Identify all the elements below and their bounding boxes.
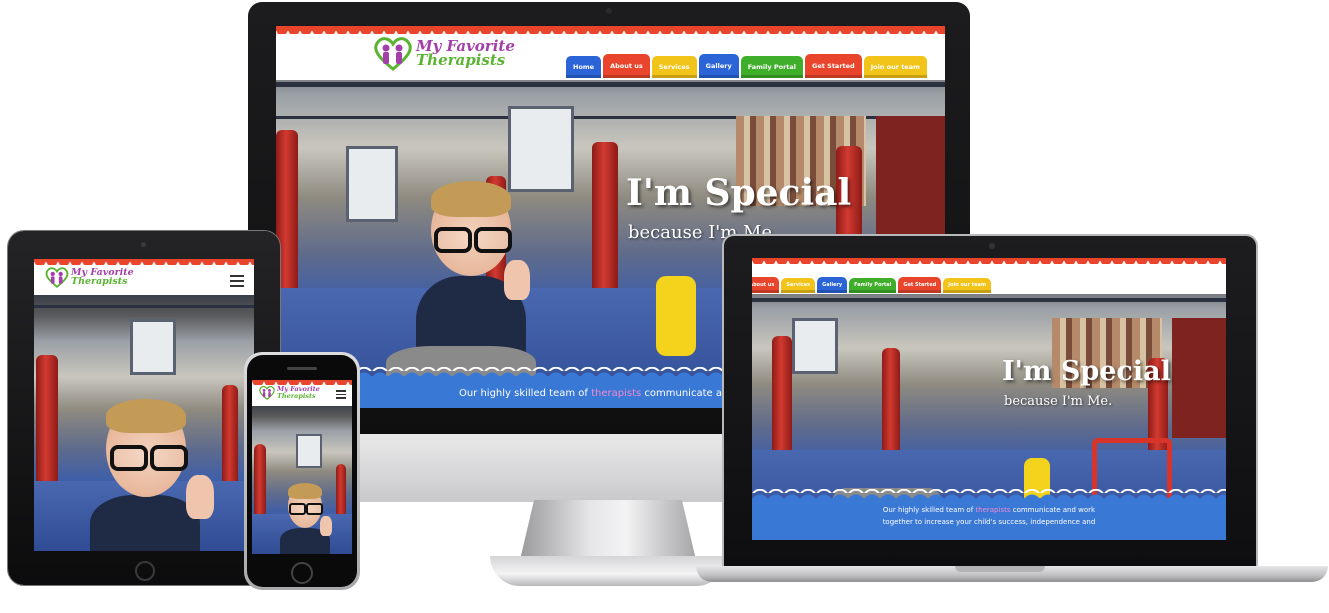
laptop-notch bbox=[955, 566, 1045, 572]
camera-icon bbox=[989, 243, 995, 249]
home-button-icon bbox=[135, 561, 155, 581]
logo-line-2: Therapists bbox=[277, 391, 316, 400]
gym-window bbox=[296, 434, 322, 468]
nav-tab-services[interactable]: Services bbox=[781, 278, 816, 293]
nav-tab-family-portal[interactable]: Family Portal bbox=[740, 56, 804, 78]
home-button-icon bbox=[291, 562, 313, 584]
nav-tab-get-started[interactable]: Get Started bbox=[898, 277, 942, 293]
nav-tab-about-us[interactable]: About us bbox=[752, 277, 780, 293]
header-top-border bbox=[252, 380, 352, 385]
hero-photo bbox=[34, 295, 254, 551]
nav-tab-family-portal[interactable]: Family Portal bbox=[849, 278, 897, 293]
main-nav: HomeAbout usServicesGalleryFamily Portal… bbox=[752, 277, 992, 293]
family-heart-logo-icon bbox=[259, 385, 275, 400]
gym-window bbox=[130, 319, 176, 375]
header-top-border bbox=[34, 259, 254, 265]
desktop-monitor-stand bbox=[520, 500, 696, 560]
nav-tab-about-us[interactable]: About us bbox=[603, 54, 650, 78]
hamburger-menu-icon[interactable] bbox=[230, 275, 244, 290]
logo-line-2: Therapists bbox=[71, 276, 128, 287]
camera-icon bbox=[606, 8, 612, 14]
site-logo[interactable]: My Favorite Therapists bbox=[372, 35, 515, 71]
gym-window bbox=[346, 146, 398, 222]
header-top-border bbox=[276, 26, 945, 34]
yellow-ride-on-toy bbox=[656, 276, 696, 356]
gym-window bbox=[792, 318, 838, 374]
logo-line-2: Therapists bbox=[416, 51, 506, 69]
caption-highlight[interactable]: therapists bbox=[975, 506, 1010, 514]
caption-highlight[interactable]: therapists bbox=[591, 388, 641, 399]
ceiling-beam bbox=[276, 82, 945, 87]
hero-photo bbox=[252, 404, 352, 554]
site-header: HomeAbout usServicesGalleryFamily Portal… bbox=[752, 258, 1226, 294]
desktop-monitor-base bbox=[490, 556, 726, 586]
header-top-border bbox=[752, 258, 1226, 264]
caption-text: Our highly skilled team of bbox=[458, 388, 588, 399]
hero-title: I'm Special bbox=[626, 172, 852, 214]
nav-tab-join-our-team[interactable]: Join our team bbox=[863, 56, 927, 78]
gym-window bbox=[508, 106, 574, 192]
phone-screen: My Favorite Therapists bbox=[252, 380, 352, 554]
nav-tab-gallery[interactable]: Gallery bbox=[698, 54, 739, 78]
hamburger-menu-icon[interactable] bbox=[336, 390, 346, 401]
hero-caption: Our highly skilled team of therapists co… bbox=[752, 504, 1226, 528]
hero-title: I'm Special bbox=[1002, 356, 1171, 387]
nav-tab-gallery[interactable]: Gallery bbox=[817, 277, 848, 293]
ceiling-beam bbox=[752, 298, 1226, 302]
caption-band: Our highly skilled team of therapists co… bbox=[752, 489, 1226, 540]
nav-tab-get-started[interactable]: Get Started bbox=[805, 54, 862, 78]
hero-subtitle: because I'm Me. bbox=[1004, 394, 1113, 409]
family-heart-logo-icon bbox=[374, 37, 412, 71]
caption-text-end: communicate and work bbox=[1012, 506, 1096, 514]
tablet-screen: My Favorite Therapists bbox=[34, 259, 254, 551]
wall-mat bbox=[1172, 318, 1226, 438]
speaker-icon bbox=[287, 367, 317, 370]
caption-line-2: together to increase your child's succes… bbox=[882, 518, 1096, 526]
site-header: My Favorite Therapists bbox=[252, 380, 352, 406]
nav-tab-join-our-team[interactable]: Join our team bbox=[943, 278, 992, 293]
camera-icon bbox=[141, 242, 146, 247]
site-header: My Favorite Therapists Home About us Servi… bbox=[276, 26, 945, 80]
ceiling-beam bbox=[34, 305, 254, 308]
caption-text: Our highly skilled team of bbox=[882, 506, 974, 514]
site-header: My Favorite Therapists bbox=[34, 259, 254, 295]
family-heart-logo-icon bbox=[45, 267, 69, 288]
laptop-screen: Our highly skilled team of therapists co… bbox=[752, 258, 1226, 540]
site-logo[interactable]: My Favorite Therapists bbox=[44, 266, 134, 288]
main-nav: HomeAbout usServicesGalleryFamily Portal… bbox=[566, 54, 927, 78]
site-logo[interactable]: My Favorite Therapists bbox=[258, 385, 320, 400]
nav-tab-home[interactable]: Home bbox=[566, 56, 602, 78]
nav-tab-services[interactable]: Services bbox=[651, 56, 697, 78]
